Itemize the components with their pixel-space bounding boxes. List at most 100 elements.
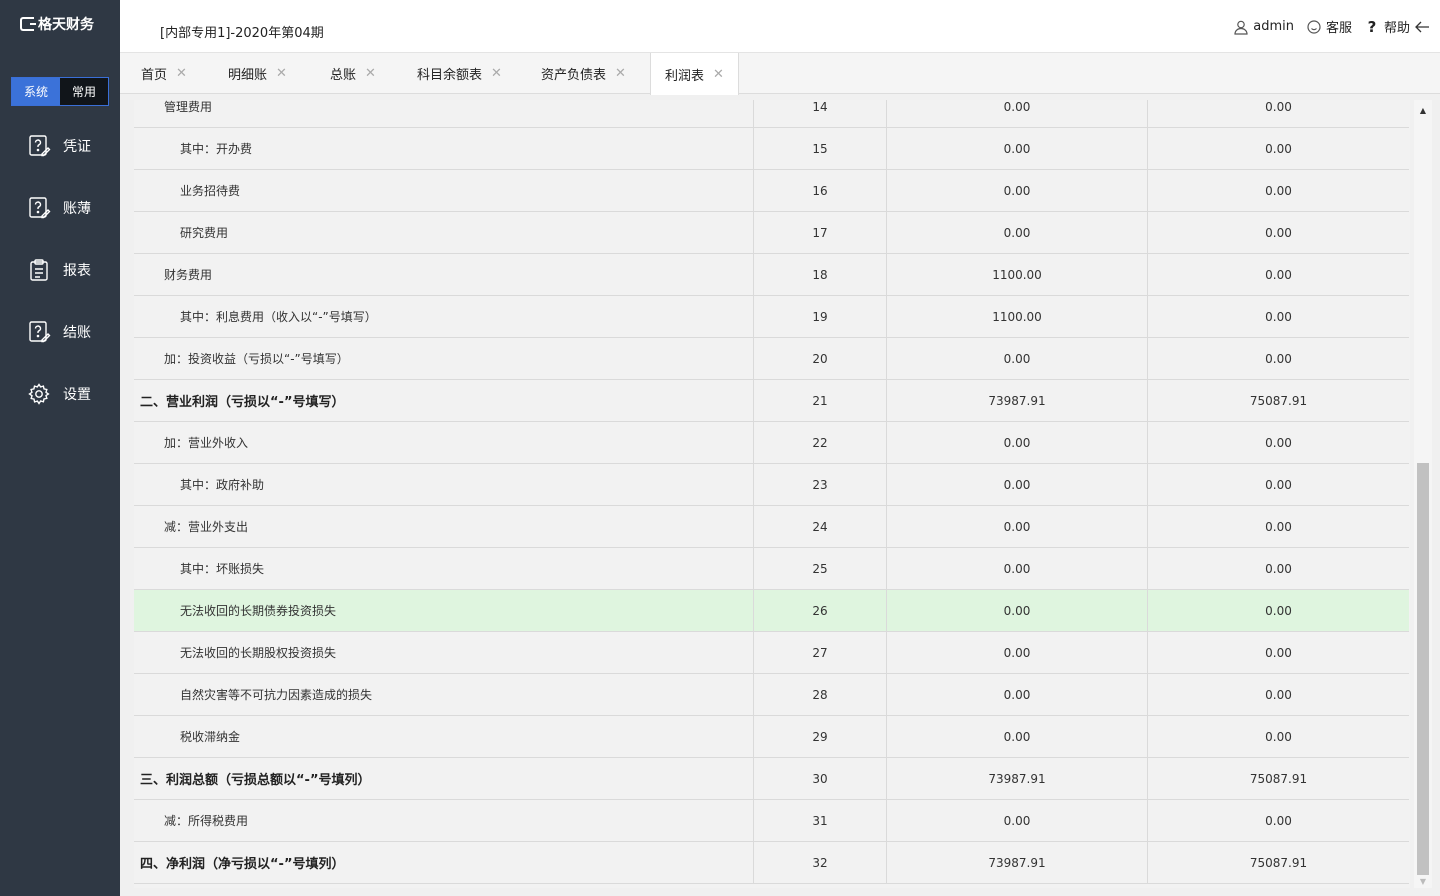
sidebar-item-label: 账薄 (63, 201, 91, 217)
report-icon (27, 258, 51, 282)
row-value-cumulative: 73987.91 (887, 842, 1148, 883)
row-value-period: 0.00 (1265, 519, 1292, 534)
scroll-up-arrow-icon[interactable]: ▲ (1414, 103, 1432, 117)
row-line-number: 25 (754, 548, 887, 589)
table-row[interactable]: 其中：政府补助 23 0.00 0.00 (134, 464, 1409, 506)
row-value-period: 0.00 (1265, 645, 1292, 660)
close-icon[interactable]: ✕ (615, 66, 626, 81)
mode-common-button[interactable]: 常用 (60, 78, 108, 105)
sidebar-item-voucher[interactable]: 凭证 (0, 126, 120, 166)
row-value-cumulative: 0.00 (887, 716, 1148, 757)
table-row[interactable]: 业务招待费 16 0.00 0.00 (134, 170, 1409, 212)
user-icon (1233, 19, 1249, 35)
help-link[interactable]: 帮助 (1384, 17, 1410, 36)
close-icon[interactable]: ✕ (176, 66, 187, 81)
row-value-cumulative: 0.00 (887, 548, 1148, 589)
table-row[interactable]: 其中：开办费 15 0.00 0.00 (134, 128, 1409, 170)
table-row[interactable]: 税收滞纳金 29 0.00 0.00 (134, 716, 1409, 758)
row-value-period: 0.00 (1265, 561, 1292, 576)
row-value-period: 0.00 (1265, 477, 1292, 492)
row-item-name: 研究费用 (134, 212, 754, 253)
row-line-number: 32 (754, 842, 887, 883)
row-line-number: 18 (754, 254, 887, 295)
sidebar-item-ledger[interactable]: 账薄 (0, 188, 120, 228)
row-line-number: 31 (754, 800, 887, 841)
table-row[interactable]: 减：所得税费用 31 0.00 0.00 (134, 800, 1409, 842)
table-row[interactable]: 加：营业外收入 22 0.00 0.00 (134, 422, 1409, 464)
customer-service-link[interactable]: 客服 (1326, 17, 1352, 36)
scroll-down-arrow-icon[interactable]: ▼ (1414, 874, 1432, 888)
logo-icon (20, 17, 36, 31)
tab-label: 首页 (141, 68, 168, 83)
tab-account-balance[interactable]: 科目余额表 ✕ (417, 53, 502, 94)
close-icon[interactable]: ✕ (365, 66, 376, 81)
row-item-name: 加：投资收益（亏损以“-”号填写） (134, 338, 754, 379)
sidebar-item-closing[interactable]: 结账 (0, 312, 120, 352)
tab-label: 科目余额表 (417, 68, 483, 83)
row-item-name: 二、营业利润（亏损以“-”号填写） (134, 380, 754, 421)
table-row[interactable]: 三、利润总额（亏损总额以“-”号填列） 30 73987.91 75087.91 (134, 758, 1409, 800)
row-line-number: 24 (754, 506, 887, 547)
tab-home[interactable]: 首页 ✕ (141, 53, 187, 94)
voucher-icon (27, 134, 51, 158)
sidebar-item-label: 设置 (63, 387, 91, 403)
table-row[interactable]: 财务费用 18 1100.00 0.00 (134, 254, 1409, 296)
row-item-name: 无法收回的长期债券投资损失 (134, 590, 754, 631)
sidebar-item-settings[interactable]: 设置 (0, 374, 120, 414)
period-title: [内部专用1]-2020年第04期 (160, 26, 324, 41)
table-row[interactable]: 二、营业利润（亏损以“-”号填写） 21 73987.91 75087.91 (134, 380, 1409, 422)
row-line-number: 15 (754, 128, 887, 169)
table-row[interactable]: 自然灾害等不可抗力因素造成的损失 28 0.00 0.00 (134, 674, 1409, 716)
row-value-period: 0.00 (1265, 351, 1292, 366)
row-line-number: 16 (754, 170, 887, 211)
table-row[interactable]: 四、净利润（净亏损以“-”号填列） 32 73987.91 75087.91 (134, 842, 1409, 884)
mode-switch: 系统 常用 (11, 77, 109, 106)
row-value-cumulative: 0.00 (887, 674, 1148, 715)
row-value-cumulative: 0.00 (887, 338, 1148, 379)
row-line-number: 14 (754, 100, 887, 127)
row-value-period: 0.00 (1265, 141, 1292, 156)
tab-income-statement[interactable]: 利润表 ✕ (650, 53, 739, 95)
table-row[interactable]: 其中：利息费用（收入以“-”号填写） 19 1100.00 0.00 (134, 296, 1409, 338)
row-value-period: 0.00 (1265, 309, 1292, 324)
row-value-cumulative: 0.00 (887, 212, 1148, 253)
ledger-icon (27, 196, 51, 220)
row-line-number: 19 (754, 296, 887, 337)
vertical-scrollbar[interactable]: ▲ ▼ (1414, 100, 1432, 888)
row-value-cumulative: 0.00 (887, 422, 1148, 463)
tab-general-ledger[interactable]: 总账 ✕ (330, 53, 376, 94)
tab-balance-sheet[interactable]: 资产负债表 ✕ (541, 53, 626, 94)
row-line-number: 20 (754, 338, 887, 379)
row-value-period: 0.00 (1265, 729, 1292, 744)
sidebar-item-report[interactable]: 报表 (0, 250, 120, 290)
table-row[interactable]: 其中：坏账损失 25 0.00 0.00 (134, 548, 1409, 590)
header-actions: admin 客服 ? 帮助 (1233, 17, 1430, 36)
row-value-cumulative: 0.00 (887, 464, 1148, 505)
row-value-period: 75087.91 (1249, 855, 1308, 870)
mode-system-button[interactable]: 系统 (12, 78, 60, 105)
row-item-name: 无法收回的长期股权投资损失 (134, 632, 754, 673)
row-value-period: 0.00 (1265, 225, 1292, 240)
table-row[interactable]: 管理费用 14 0.00 0.00 (134, 100, 1409, 128)
table-row[interactable]: 无法收回的长期债券投资损失 26 0.00 0.00 (134, 590, 1409, 632)
close-icon[interactable]: ✕ (713, 67, 724, 82)
gear-icon (27, 382, 51, 406)
brand-name: 格天财务 (38, 17, 94, 33)
row-item-name: 税收滞纳金 (134, 716, 754, 757)
row-line-number: 22 (754, 422, 887, 463)
tab-label: 总账 (330, 68, 357, 83)
income-statement-table: 管理费用 14 0.00 0.00 其中：开办费 15 0.00 0.00 业务招待费 16 0.0… (134, 100, 1410, 888)
table-row[interactable]: 研究费用 17 0.00 0.00 (134, 212, 1409, 254)
user-name[interactable]: admin (1253, 19, 1294, 34)
close-icon[interactable]: ✕ (491, 66, 502, 81)
back-arrow-icon[interactable] (1414, 19, 1430, 35)
table-row[interactable]: 无法收回的长期股权投资损失 27 0.00 0.00 (134, 632, 1409, 674)
table-row[interactable]: 加：投资收益（亏损以“-”号填写） 20 0.00 0.00 (134, 338, 1409, 380)
row-value-cumulative: 0.00 (887, 590, 1148, 631)
table-row[interactable]: 减：营业外支出 24 0.00 0.00 (134, 506, 1409, 548)
tab-label: 资产负债表 (541, 68, 607, 83)
scrollbar-thumb[interactable] (1417, 463, 1429, 875)
tab-detail-ledger[interactable]: 明细账 ✕ (228, 53, 287, 94)
row-value-cumulative: 0.00 (887, 100, 1148, 127)
close-icon[interactable]: ✕ (276, 66, 287, 81)
